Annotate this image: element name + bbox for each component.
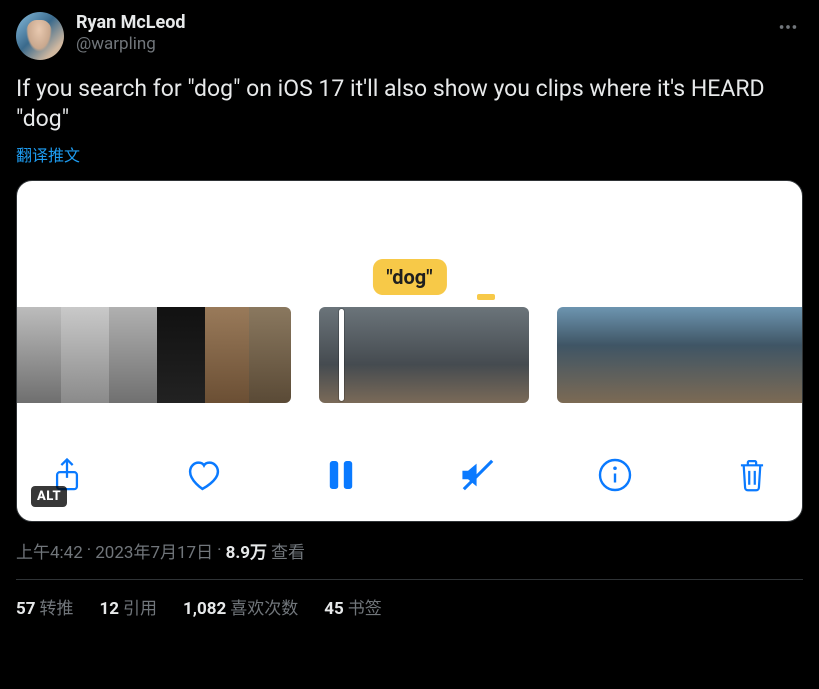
avatar[interactable]: [16, 12, 64, 60]
stat-count: 57: [16, 599, 36, 619]
clip[interactable]: [17, 307, 291, 403]
stat-label: 引用: [123, 599, 157, 619]
clip-frame: [205, 307, 249, 403]
media-card[interactable]: "dog": [16, 180, 803, 522]
clip-frame: [249, 307, 291, 403]
handle: @warpling: [76, 34, 761, 54]
alt-badge[interactable]: ALT: [31, 486, 67, 507]
clip-frame: [643, 307, 686, 403]
clip-row: [17, 307, 802, 403]
translate-link[interactable]: 翻译推文: [16, 142, 803, 166]
pause-icon: [327, 458, 355, 492]
info-icon: [597, 457, 633, 493]
playhead[interactable]: [339, 309, 344, 401]
clip-frame: [389, 307, 459, 403]
clip-frame: [557, 307, 600, 403]
tweet-date[interactable]: 2023年7月17日: [95, 538, 213, 563]
more-button[interactable]: [773, 12, 803, 42]
stat-quotes[interactable]: 12引用: [100, 594, 158, 619]
views-count: 8.9万: [226, 538, 267, 563]
clip-frame: [109, 307, 157, 403]
like-button[interactable]: [182, 453, 226, 497]
clip-frame: [600, 307, 643, 403]
stat-count: 1,082: [183, 599, 226, 619]
stat-label: 喜欢次数: [230, 599, 298, 619]
tweet-text: If you search for "dog" on iOS 17 it'll …: [16, 74, 803, 134]
mute-icon: [458, 458, 498, 492]
stat-likes[interactable]: 1,082喜欢次数: [183, 594, 298, 619]
author-block[interactable]: Ryan McLeod @warpling: [76, 12, 761, 54]
stat-label: 书签: [348, 599, 382, 619]
stat-label: 转推: [40, 599, 74, 619]
clip-frame: [771, 307, 802, 403]
media-toolbar: [45, 453, 774, 497]
stat-count: 12: [100, 599, 120, 619]
seek-marker: [477, 294, 495, 300]
stats-row: 57转推 12引用 1,082喜欢次数 45书签: [16, 580, 803, 633]
display-name: Ryan McLeod: [76, 12, 761, 34]
ellipsis-icon: [777, 16, 799, 38]
clip-frame: [728, 307, 771, 403]
clip-frame: [17, 307, 61, 403]
stat-bookmarks[interactable]: 45书签: [324, 594, 382, 619]
stat-count: 45: [324, 599, 344, 619]
clip[interactable]: [557, 307, 802, 403]
clip[interactable]: [319, 307, 529, 403]
meta-row: 上午4:42 · 2023年7月17日 · 8.9万 查看: [16, 538, 803, 563]
clip-frame: [686, 307, 729, 403]
caption-pill: "dog": [372, 259, 446, 295]
mute-button[interactable]: [456, 453, 500, 497]
views-label: 查看: [271, 538, 305, 563]
tweet-time[interactable]: 上午4:42: [16, 538, 83, 563]
stat-retweets[interactable]: 57转推: [16, 594, 74, 619]
dot: ·: [217, 540, 221, 560]
clip-frame: [157, 307, 205, 403]
tweet: Ryan McLeod @warpling If you search for …: [0, 0, 819, 633]
clip-frame: [61, 307, 109, 403]
pause-button[interactable]: [319, 453, 363, 497]
clip-frame: [319, 307, 389, 403]
heart-icon: [185, 458, 223, 492]
clip-frame: [459, 307, 529, 403]
trash-icon: [736, 457, 768, 493]
tweet-header: Ryan McLeod @warpling: [16, 12, 803, 60]
dot: ·: [87, 540, 91, 560]
info-button[interactable]: [593, 453, 637, 497]
delete-button[interactable]: [730, 453, 774, 497]
